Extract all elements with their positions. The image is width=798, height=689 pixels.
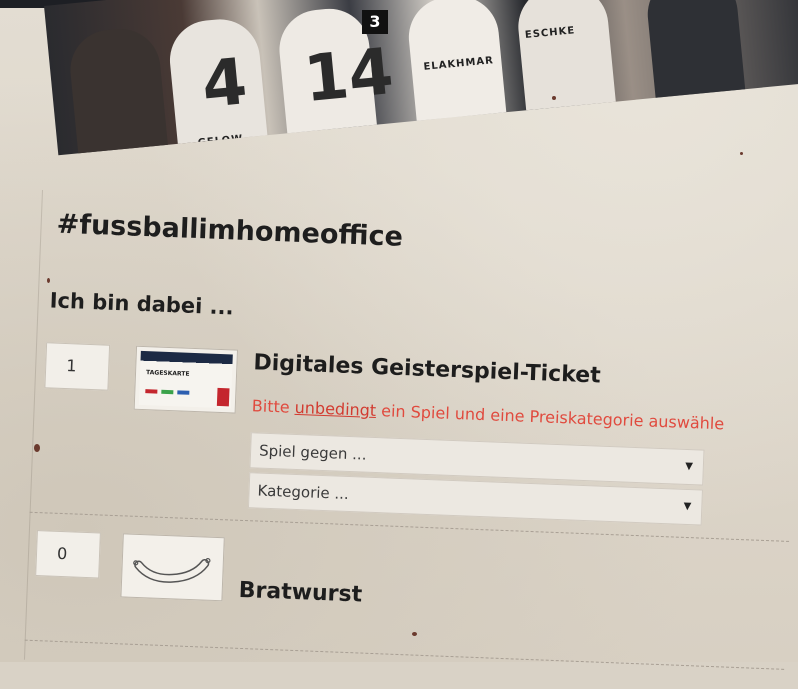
player-figure (66, 25, 170, 156)
ticket-label: TAGESKARTE (145, 369, 190, 378)
ticket-image: TAGESKARTE (138, 350, 233, 409)
dropdown-arrow-icon: ▼ (684, 460, 694, 473)
jersey-number: 4 (198, 45, 251, 124)
category-select-placeholder: Kategorie ... (257, 481, 350, 503)
dust-speck (412, 632, 417, 636)
dust-speck (47, 278, 50, 283)
step-badge: 3 (362, 10, 388, 34)
product-title-bratwurst[interactable]: Bratwurst (238, 578, 362, 608)
quantity-input-bratwurst[interactable]: 0 (35, 530, 101, 579)
sponsor-logo (177, 390, 190, 395)
dust-speck (34, 444, 40, 452)
sponsor-logo (145, 389, 158, 394)
dust-speck (740, 152, 743, 155)
player-figure (644, 0, 748, 118)
warning-prefix: Bitte (251, 396, 296, 417)
player-figure (514, 0, 618, 131)
club-logo (216, 387, 230, 407)
dropdown-arrow-icon: ▼ (683, 500, 692, 513)
game-select-placeholder: Spiel gegen ... (258, 441, 367, 464)
shop-panel: #fussballimhomeoffice Ich bin dabei ... … (23, 190, 798, 689)
sponsor-logo (161, 389, 174, 395)
ticket-thumbnail: TAGESKARTE (133, 345, 239, 414)
hero-banner-image: 4 14 ELAKHMAR ESCHKE GELOW (44, 0, 798, 156)
bratwurst-thumbnail (120, 533, 225, 602)
jersey-number: 14 (300, 35, 397, 118)
sausage-image (133, 558, 211, 583)
warning-emphasis: unbedingt (294, 397, 377, 420)
photo-background: 4 14 ELAKHMAR ESCHKE GELOW 3 #fussballim… (0, 0, 798, 689)
dust-speck (552, 96, 556, 100)
player-figure (405, 0, 509, 141)
quantity-input-ticket[interactable]: 1 (44, 342, 111, 391)
